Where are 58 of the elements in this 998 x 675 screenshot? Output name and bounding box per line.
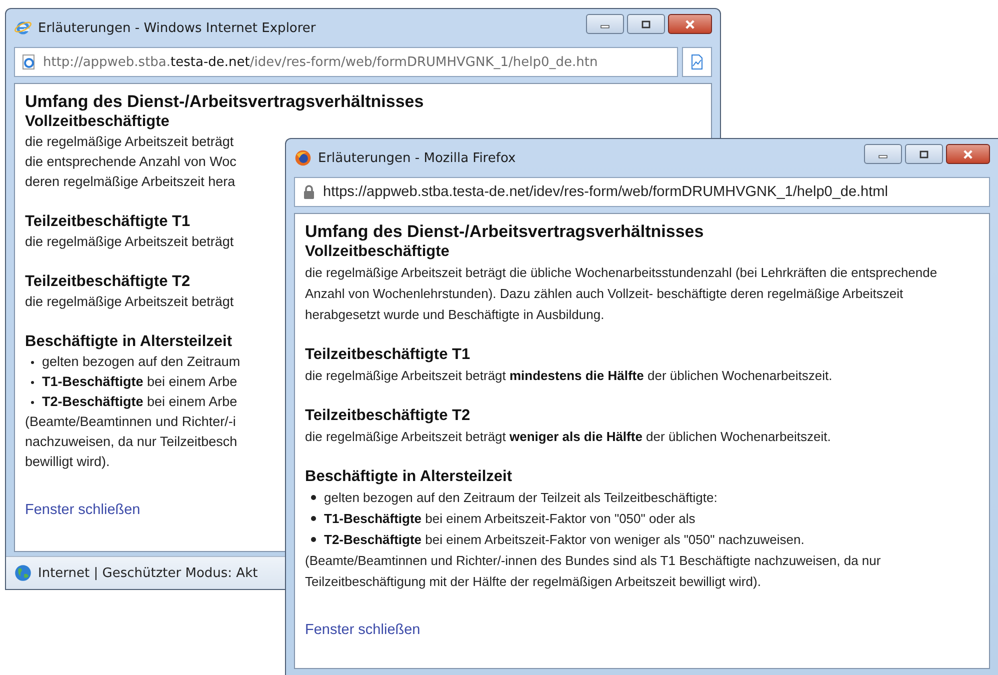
close-button[interactable] xyxy=(668,14,712,34)
section-heading: Teilzeitbeschäftigte T2 xyxy=(25,272,190,292)
body-text: bewilligt wird). xyxy=(25,453,110,471)
close-window-link[interactable]: Fenster schließen xyxy=(305,622,420,638)
section-heading: Beschäftigte in Altersteilzeit xyxy=(25,332,232,352)
bullet-icon xyxy=(31,360,34,364)
close-window-link[interactable]: Fenster schließen xyxy=(25,502,140,518)
body-text: die regelmäßige Arbeitszeit beträgt mindestens die Hälfte der üblichen Wochenarbeitszeit. xyxy=(305,367,832,385)
list-item: T2-Beschäftigte bei einem Arbe xyxy=(42,393,238,411)
maximize-icon xyxy=(918,150,930,158)
body-text: (Beamte/Beamtinnen und Richter/-i xyxy=(25,413,236,431)
window-title: Erläuterungen - Mozilla Firefox xyxy=(318,150,517,166)
body-text: die regelmäßige Arbeitszeit beträgt xyxy=(25,293,234,311)
address-field[interactable]: http://appweb.stba.testa-de.net/idev/res-form/web/formDRUMHVGNK_1/help0_de.htn xyxy=(14,47,678,77)
minimize-button[interactable] xyxy=(586,14,624,34)
section-heading: Vollzeitbeschäftigte xyxy=(25,112,170,132)
body-text: die regelmäßige Arbeitszeit beträgt die übliche Wochenarbeitsstundenzahl (bei Lehrkräften die entsprechende Anzahl von Wochenlehrstunden). Dazu zählen auch Vollzeit- beschäftigte deren regelmäßige Arbeitszeit herabgesetzt wurde und Beschäftigte in Ausbildung. xyxy=(305,264,938,324)
body-text: deren regelmäßige Arbeitszeit hera xyxy=(25,173,236,191)
lock-icon xyxy=(301,184,317,200)
bullet-icon xyxy=(31,380,34,384)
page-title: Umfang des Dienst-/Arbeitsvertragsverhältnisses xyxy=(25,92,424,112)
close-icon xyxy=(684,20,696,28)
section-heading: Teilzeitbeschäftigte T1 xyxy=(25,212,190,232)
bullet-icon xyxy=(311,495,316,500)
maximize-icon xyxy=(640,20,652,28)
maximize-button[interactable] xyxy=(905,144,943,164)
globe-icon xyxy=(14,564,32,582)
body-text: nachzuweisen, da nur Teilzeitbesch xyxy=(25,433,238,451)
list-item: T1-Beschäftigte bei einem Arbe xyxy=(42,373,238,391)
list-item: T2-Beschäftigte bei einem Arbeitszeit-Faktor von weniger als "050" nachzuweisen. xyxy=(324,531,804,549)
bullet-icon xyxy=(311,537,316,542)
body-text: die regelmäßige Arbeitszeit beträgt xyxy=(25,133,234,151)
page-icon xyxy=(689,54,705,70)
section-heading: Teilzeitbeschäftigte T2 xyxy=(305,406,470,426)
browser-icon xyxy=(14,19,32,37)
body-text: die regelmäßige Arbeitszeit beträgt weniger als die Hälfte der üblichen Wochenarbeitszeit. xyxy=(305,428,831,446)
window-title: Erläuterungen - Windows Internet Explorer xyxy=(38,20,317,36)
list-item: T1-Beschäftigte bei einem Arbeitszeit-Faktor von "050" oder als xyxy=(324,510,696,528)
compatibility-view-button[interactable] xyxy=(682,47,712,77)
body-text: die regelmäßige Arbeitszeit beträgt xyxy=(25,233,234,251)
body-text: die entsprechende Anzahl von Woc xyxy=(25,153,236,171)
section-heading: Beschäftigte in Altersteilzeit xyxy=(305,467,512,487)
section-heading: Vollzeitbeschäftigte xyxy=(305,242,450,262)
minimize-button[interactable] xyxy=(864,144,902,164)
page-title: Umfang des Dienst-/Arbeitsvertragsverhältnisses xyxy=(305,222,704,242)
list-item: gelten bezogen auf den Zeitraum der Teilzeit als Teilzeitbeschäftigte: xyxy=(324,489,718,507)
close-button[interactable] xyxy=(946,144,990,164)
bullet-icon xyxy=(31,400,34,404)
status-text: Internet | Geschützter Modus: Akt xyxy=(38,566,258,580)
section-heading: Teilzeitbeschäftigte T1 xyxy=(305,345,470,365)
address-field[interactable]: https://appweb.stba.testa-de.net/idev/res-form/web/formDRUMHVGNK_1/help0_de.html xyxy=(294,177,990,207)
close-icon xyxy=(962,150,974,158)
body-text: (Beamte/Beamtinnen und Richter/-innen des Bundes sind als T1 Beschäftigte nachzuweisen, da nur Teilzeitbeschäftigung mit der Hälfte der regelmäßigen Arbeitszeit bewilligt wird). xyxy=(305,552,882,591)
browser-icon xyxy=(294,149,312,167)
page-icon xyxy=(21,54,37,70)
maximize-button[interactable] xyxy=(627,14,665,34)
bullet-icon xyxy=(311,516,316,521)
list-item: gelten bezogen auf den Zeitraum xyxy=(42,353,240,371)
